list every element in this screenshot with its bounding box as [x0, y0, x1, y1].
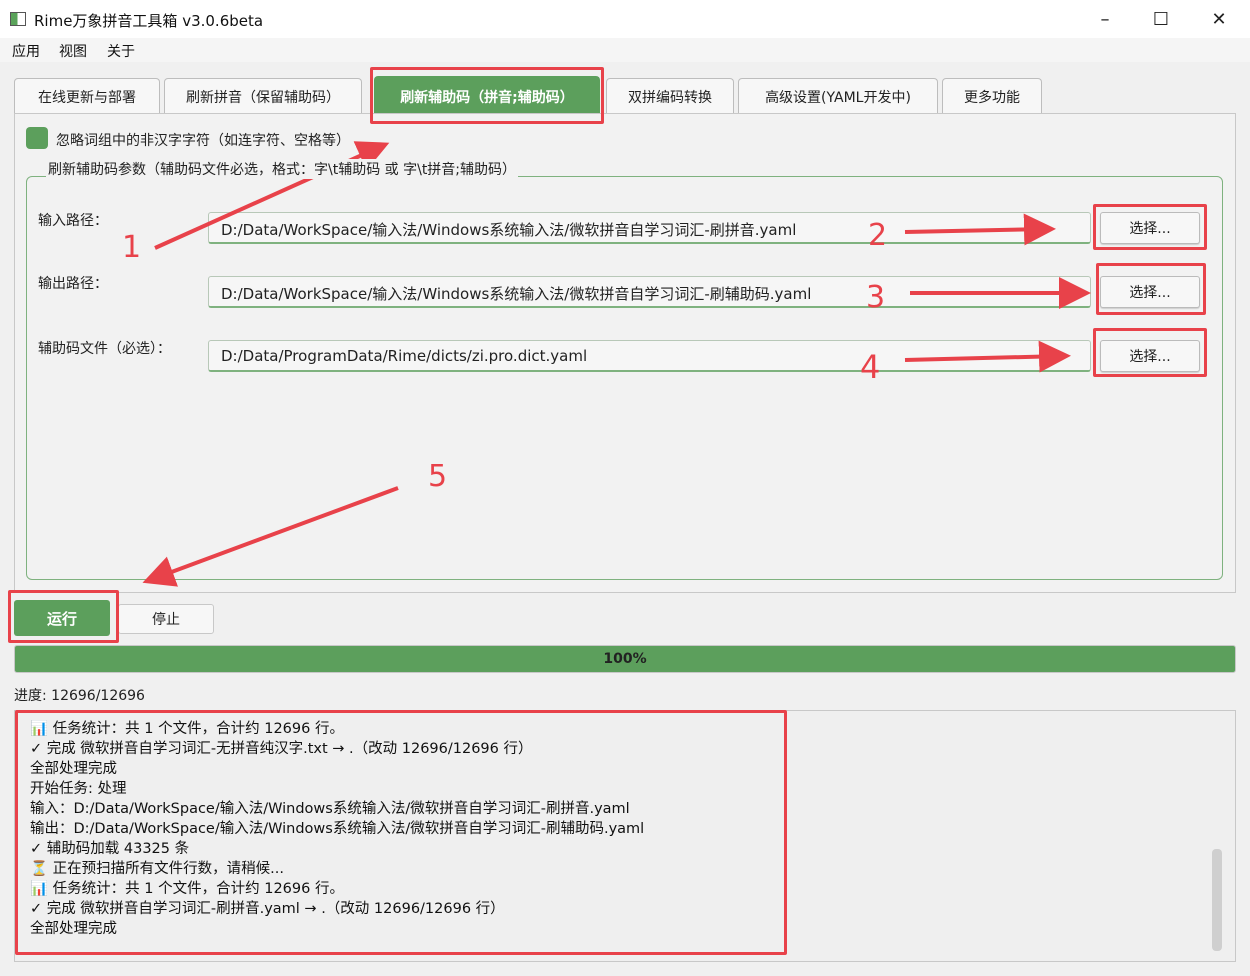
- params-group-title: 刷新辅助码参数（辅助码文件必选，格式：字\t辅助码 或 字\t拼音;辅助码）: [46, 159, 519, 179]
- arrow-2: [904, 213, 1056, 246]
- arrow-4: [904, 340, 1071, 373]
- annotation-arrows: [142, 141, 1091, 587]
- arrow-5: [142, 486, 399, 587]
